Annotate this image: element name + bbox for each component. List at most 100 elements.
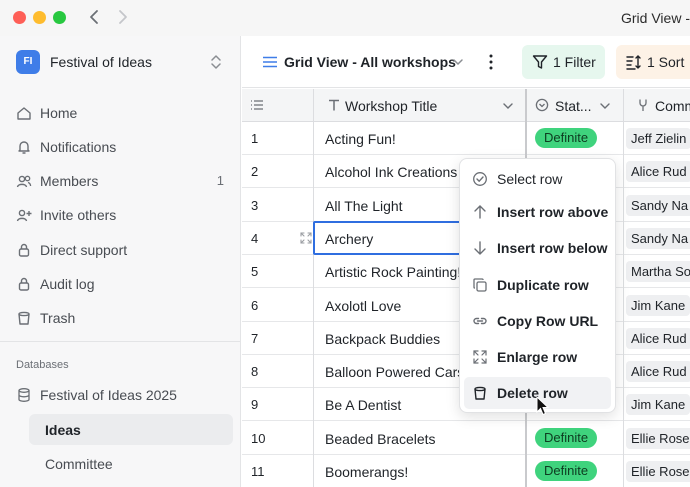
row-number: 11 bbox=[251, 464, 265, 479]
table-label: Ideas bbox=[45, 422, 81, 438]
expand-row-icon[interactable] bbox=[300, 232, 312, 244]
sort-button[interactable]: 1 Sort bbox=[616, 45, 690, 79]
committee-chip[interactable]: Ellie Rose bbox=[626, 461, 690, 482]
grid-view-icon bbox=[263, 56, 277, 68]
sidebar-table-committee[interactable]: Committee bbox=[29, 448, 233, 479]
sidebar-item-invite-others[interactable]: Invite others bbox=[16, 202, 228, 228]
table-label: Committee bbox=[45, 456, 113, 472]
filter-label: 1 Filter bbox=[553, 54, 596, 70]
row-number: 5 bbox=[251, 264, 259, 280]
link-icon bbox=[473, 317, 487, 325]
status-icon bbox=[535, 98, 549, 112]
row-number: 1 bbox=[251, 131, 259, 146]
database-label: Festival of Ideas 2025 bbox=[40, 387, 177, 403]
menu-item-label: Insert row below bbox=[497, 240, 608, 256]
lock-icon bbox=[18, 243, 30, 257]
sidebar-item-audit-log[interactable]: Audit log bbox=[16, 271, 228, 297]
sidebar-item-trash[interactable]: Trash bbox=[16, 305, 228, 331]
row-number-column-header[interactable] bbox=[242, 89, 314, 122]
chevron-down-icon bbox=[600, 103, 610, 109]
workshop-title-cell[interactable]: Acting Fun! bbox=[325, 131, 523, 147]
sidebar-database-festival-of-ideas-2025[interactable]: Festival of Ideas 2025 bbox=[16, 382, 228, 408]
bell-icon bbox=[18, 141, 30, 154]
row-list-icon bbox=[251, 100, 263, 110]
close-window-button[interactable] bbox=[13, 11, 26, 24]
sidebar-item-label: Direct support bbox=[40, 242, 128, 258]
column-header-label: Comm bbox=[655, 98, 690, 114]
menu-item-label: Enlarge row bbox=[497, 349, 578, 365]
menu-item-select-row[interactable]: Select row bbox=[464, 163, 611, 195]
menu-item-duplicate-row[interactable]: Duplicate row bbox=[464, 269, 611, 301]
status-badge[interactable]: Definite bbox=[535, 461, 598, 481]
status-badge[interactable]: Definite bbox=[535, 128, 598, 148]
link-field-icon bbox=[639, 99, 647, 111]
committee-chip[interactable]: Alice Rud bbox=[626, 361, 690, 383]
lock-icon bbox=[18, 277, 30, 291]
sidebar-item-label: Members bbox=[40, 173, 99, 189]
user-plus-icon bbox=[16, 209, 32, 222]
sidebar-item-members[interactable]: Members 1 bbox=[16, 168, 228, 194]
row-number: 2 bbox=[251, 164, 259, 180]
row-number: 3 bbox=[251, 197, 259, 213]
committee-chip[interactable]: Alice Rud bbox=[626, 161, 690, 183]
menu-item-label: Duplicate row bbox=[497, 277, 589, 293]
column-header-committee[interactable]: Comm bbox=[624, 89, 690, 122]
menu-item-label: Insert row above bbox=[497, 204, 609, 220]
row-context-menu: Select row Insert row above Insert row b… bbox=[459, 158, 616, 413]
forward-arrow-icon[interactable] bbox=[115, 8, 131, 26]
committee-chip[interactable]: Jim Kane bbox=[626, 394, 690, 416]
back-arrow-icon[interactable] bbox=[86, 8, 102, 26]
sidebar-divider bbox=[0, 341, 240, 342]
chevron-down-icon bbox=[503, 103, 513, 109]
column-divider bbox=[623, 89, 624, 487]
column-header-status[interactable]: Stat... bbox=[527, 89, 623, 122]
sidebar-table-ideas[interactable]: Ideas bbox=[29, 414, 233, 445]
arrow-down-icon bbox=[474, 241, 486, 255]
sidebar-item-label: Audit log bbox=[40, 276, 95, 292]
committee-chip[interactable]: Jim Kane bbox=[626, 294, 690, 316]
menu-item-enlarge-row[interactable]: Enlarge row bbox=[464, 341, 611, 373]
chevron-up-down-icon bbox=[211, 55, 221, 69]
workspace-name: Festival of Ideas bbox=[50, 54, 152, 70]
row-number: 9 bbox=[251, 397, 259, 413]
view-switcher[interactable]: Grid View - All workshops bbox=[262, 50, 472, 74]
committee-chip[interactable]: Ellie Rose bbox=[626, 427, 690, 449]
menu-item-label: Delete row bbox=[497, 385, 568, 401]
filter-button[interactable]: 1 Filter bbox=[522, 45, 605, 79]
check-circle-icon bbox=[473, 172, 487, 186]
menu-item-label: Copy Row URL bbox=[497, 313, 599, 329]
more-options-icon[interactable] bbox=[485, 52, 497, 72]
zoom-window-button[interactable] bbox=[53, 11, 66, 24]
sort-icon bbox=[626, 55, 641, 70]
column-header-label: Stat... bbox=[555, 98, 592, 114]
committee-chip[interactable]: Sandy Na bbox=[626, 194, 690, 216]
menu-item-insert-row-above[interactable]: Insert row above bbox=[464, 196, 611, 228]
window-titlebar: Grid View - bbox=[0, 0, 690, 36]
sidebar-item-notifications[interactable]: Notifications bbox=[16, 134, 228, 160]
window-title: Grid View - bbox=[621, 10, 690, 26]
row-number: 7 bbox=[251, 330, 259, 346]
sidebar-item-home[interactable]: Home bbox=[16, 100, 228, 126]
menu-item-insert-row-below[interactable]: Insert row below bbox=[464, 232, 611, 264]
text-field-icon bbox=[329, 99, 339, 111]
column-header-workshop-title[interactable]: Workshop Title bbox=[314, 89, 526, 122]
sidebar-item-direct-support[interactable]: Direct support bbox=[16, 237, 228, 263]
status-badge[interactable]: Definite bbox=[535, 427, 598, 448]
trash-icon bbox=[18, 311, 30, 325]
workshop-title-cell[interactable]: Boomerangs! bbox=[325, 464, 523, 480]
workspace-switcher[interactable]: FI Festival of Ideas bbox=[16, 50, 228, 74]
committee-chip[interactable]: Sandy Na bbox=[626, 227, 690, 249]
database-icon bbox=[18, 388, 30, 402]
committee-chip[interactable]: Alice Rud bbox=[626, 327, 690, 349]
committee-chip[interactable]: Martha So bbox=[626, 261, 690, 283]
minimize-window-button[interactable] bbox=[33, 11, 46, 24]
sidebar: FI Festival of Ideas Home Notifications … bbox=[0, 36, 241, 487]
databases-section-label: Databases bbox=[16, 359, 69, 371]
view-toolbar: Grid View - All workshops 1 Filter 1 Sor… bbox=[242, 36, 690, 88]
chevron-down-icon bbox=[453, 59, 463, 66]
menu-item-label: Select row bbox=[497, 171, 563, 187]
workshop-title-cell[interactable]: Beaded Bracelets bbox=[325, 431, 523, 447]
menu-item-copy-row-url[interactable]: Copy Row URL bbox=[464, 305, 611, 337]
committee-chip[interactable]: Jeff Zielin bbox=[626, 128, 690, 149]
mouse-pointer-icon bbox=[536, 396, 550, 416]
